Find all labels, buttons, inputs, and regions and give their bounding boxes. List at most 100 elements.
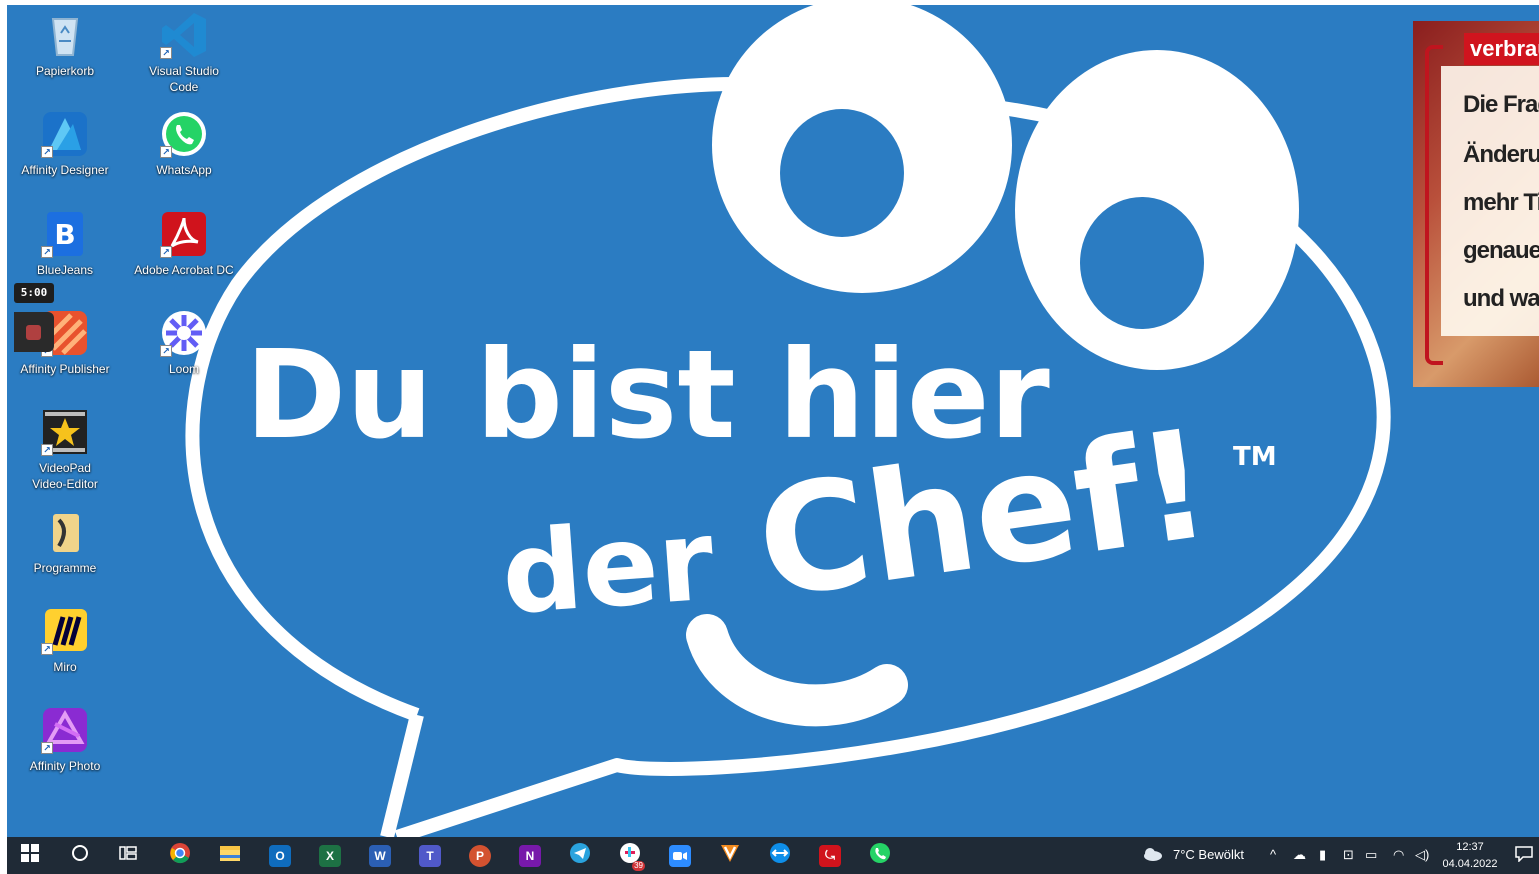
desktop-icon-label: Programme (33, 561, 97, 575)
desktop-icon-label: Loom (168, 362, 200, 376)
right-eye (1015, 50, 1299, 370)
desktop-icon-label: WhatsApp (156, 163, 212, 177)
onedrive-icon[interactable]: ☁ (1293, 847, 1306, 863)
onenote-icon: N (519, 844, 541, 867)
clock-time[interactable]: 12:37 (1435, 841, 1505, 853)
powerpoint-icon: P (469, 844, 491, 867)
wallpaper-trademark: TM (1233, 442, 1277, 472)
recording-timer: 5:00 (14, 283, 54, 303)
task-view-icon (119, 844, 137, 867)
taskbar-acrobat[interactable]: ⤿ (813, 841, 847, 870)
desktop-icon-label: Visual Studio Code (149, 64, 219, 94)
taskbar-telegram[interactable] (563, 841, 597, 870)
desktop-icon-videopad[interactable]: ↗ VideoPad Video-Editor (15, 408, 115, 492)
wallpaper: Du bist hier der Chef! TM (7, 5, 1539, 837)
acrobat-icon: ↗ (160, 210, 208, 258)
desktop-icon-bluejeans[interactable]: B ↗ BlueJeans (15, 210, 115, 278)
desktop-icon-papierkorb[interactable]: Papierkorb (15, 11, 115, 79)
wallpaper-line2: der (498, 496, 718, 640)
slack-icon: 39 (619, 842, 645, 871)
taskbar-teams[interactable]: T (413, 841, 447, 870)
affinity-photo-icon: ↗ (41, 706, 89, 754)
whatsapp-icon (869, 842, 891, 869)
taskbar-whatsapp[interactable] (863, 841, 897, 870)
overlay-tag: verbrauc (1464, 33, 1539, 65)
vscode-icon: ↗ (160, 11, 208, 59)
microphone-icon[interactable]: ▮ (1319, 847, 1326, 863)
slack-badge: 39 (632, 861, 645, 871)
desktop-icon-label: VideoPad Video-Editor (32, 461, 98, 491)
taskbar-onenote[interactable]: N (513, 841, 547, 870)
taskbar: O X W T P N 39 ⤿ 7°C Bewölkt ^ ☁ ▮ ⊡ ▭ ◠… (7, 837, 1539, 874)
weather-cloud-icon[interactable] (1141, 846, 1163, 865)
whatsapp-icon: ↗ (160, 110, 208, 158)
notification-icon[interactable] (1515, 846, 1533, 865)
videopad-icon: ↗ (41, 408, 89, 456)
chevron-up-icon[interactable]: ^ (1270, 847, 1276, 862)
desktop-icon-loom[interactable]: ↗ Loom (134, 309, 234, 377)
desktop-icon-label: Miro (53, 660, 77, 674)
desktop-icon-label: Affinity Designer (21, 163, 109, 177)
taskbar-slack[interactable]: 39 (613, 841, 647, 871)
svg-text:B: B (54, 218, 75, 251)
start-icon (21, 844, 39, 867)
taskbar-word[interactable]: W (363, 841, 397, 870)
vivaldi-icon (719, 842, 741, 869)
desktop-icon-vscode[interactable]: ↗ Visual Studio Code (134, 11, 234, 95)
taskbar-outlook[interactable]: O (263, 841, 297, 870)
desktop-icon-programme[interactable]: Programme (15, 508, 115, 576)
desktop: Du bist hier der Chef! TM Papierkorb ↗ A… (7, 5, 1539, 837)
desktop-icon-label: Affinity Publisher (20, 362, 110, 376)
desktop-icon-whatsapp[interactable]: ↗ WhatsApp (134, 110, 234, 178)
task-view-button[interactable] (111, 841, 145, 870)
start-button[interactable] (13, 841, 47, 870)
desktop-icon-affinity-photo[interactable]: ↗ Affinity Photo (15, 706, 115, 774)
desktop-icon-label: Adobe Acrobat DC (134, 263, 234, 277)
overlay-line: Änderung (1463, 141, 1539, 168)
desktop-icon-acrobat[interactable]: ↗ Adobe Acrobat DC (134, 210, 234, 278)
desktop-icon-affinity-designer[interactable]: ↗ Affinity Designer (15, 110, 115, 178)
left-eye (712, 5, 1012, 293)
programs-folder-icon (41, 508, 89, 556)
taskbar-excel[interactable]: X (313, 841, 347, 870)
telegram-icon (569, 842, 591, 869)
miro-icon: ↗ (41, 607, 89, 655)
search-icon (71, 844, 89, 867)
taskbar-zoom[interactable] (663, 841, 697, 870)
stop-recording-button[interactable] (14, 312, 54, 352)
wifi-icon[interactable]: ◠ (1393, 847, 1404, 863)
desktop-icon-label: Papierkorb (35, 64, 95, 78)
overlay-line: genauer, v (1463, 237, 1539, 264)
teams-icon: T (419, 844, 441, 867)
recycle-bin-icon (41, 11, 89, 59)
weather-text[interactable]: 7°C Bewölkt (1173, 847, 1244, 862)
teamviewer-icon (769, 842, 791, 869)
search-button[interactable] (63, 841, 97, 870)
taskbar-chrome[interactable] (163, 841, 197, 870)
volume-icon[interactable]: ◁) (1415, 847, 1429, 863)
word-icon: W (369, 844, 391, 867)
outlook-icon: O (269, 844, 291, 867)
battery-icon[interactable]: ▭ (1365, 847, 1377, 863)
overlay-line: und was s (1463, 285, 1539, 312)
acrobat-icon: ⤿ (819, 844, 841, 867)
video-overlay: verbrauc Die Fragel Änderung mehr Tier g… (1413, 21, 1539, 387)
taskbar-file-explorer[interactable] (213, 841, 247, 870)
desktop-icon-label: BlueJeans (36, 263, 94, 277)
affinity-designer-icon: ↗ (41, 110, 89, 158)
bluejeans-icon: B ↗ (41, 210, 89, 258)
device-icon[interactable]: ⊡ (1343, 847, 1354, 863)
chrome-icon (169, 842, 191, 869)
overlay-line: mehr Tier (1463, 189, 1539, 216)
desktop-icon-miro[interactable]: ↗ Miro (15, 607, 115, 675)
taskbar-teamviewer[interactable] (763, 841, 797, 870)
overlay-line: Die Fragel (1463, 91, 1539, 118)
file-explorer-icon (219, 842, 241, 869)
desktop-icon-label: Affinity Photo (29, 759, 101, 773)
taskbar-vivaldi[interactable] (713, 841, 747, 870)
loom-icon: ↗ (160, 309, 208, 357)
clock-date[interactable]: 04.04.2022 (1435, 858, 1505, 870)
excel-icon: X (319, 844, 341, 867)
taskbar-powerpoint[interactable]: P (463, 841, 497, 870)
zoom-icon (669, 844, 691, 867)
